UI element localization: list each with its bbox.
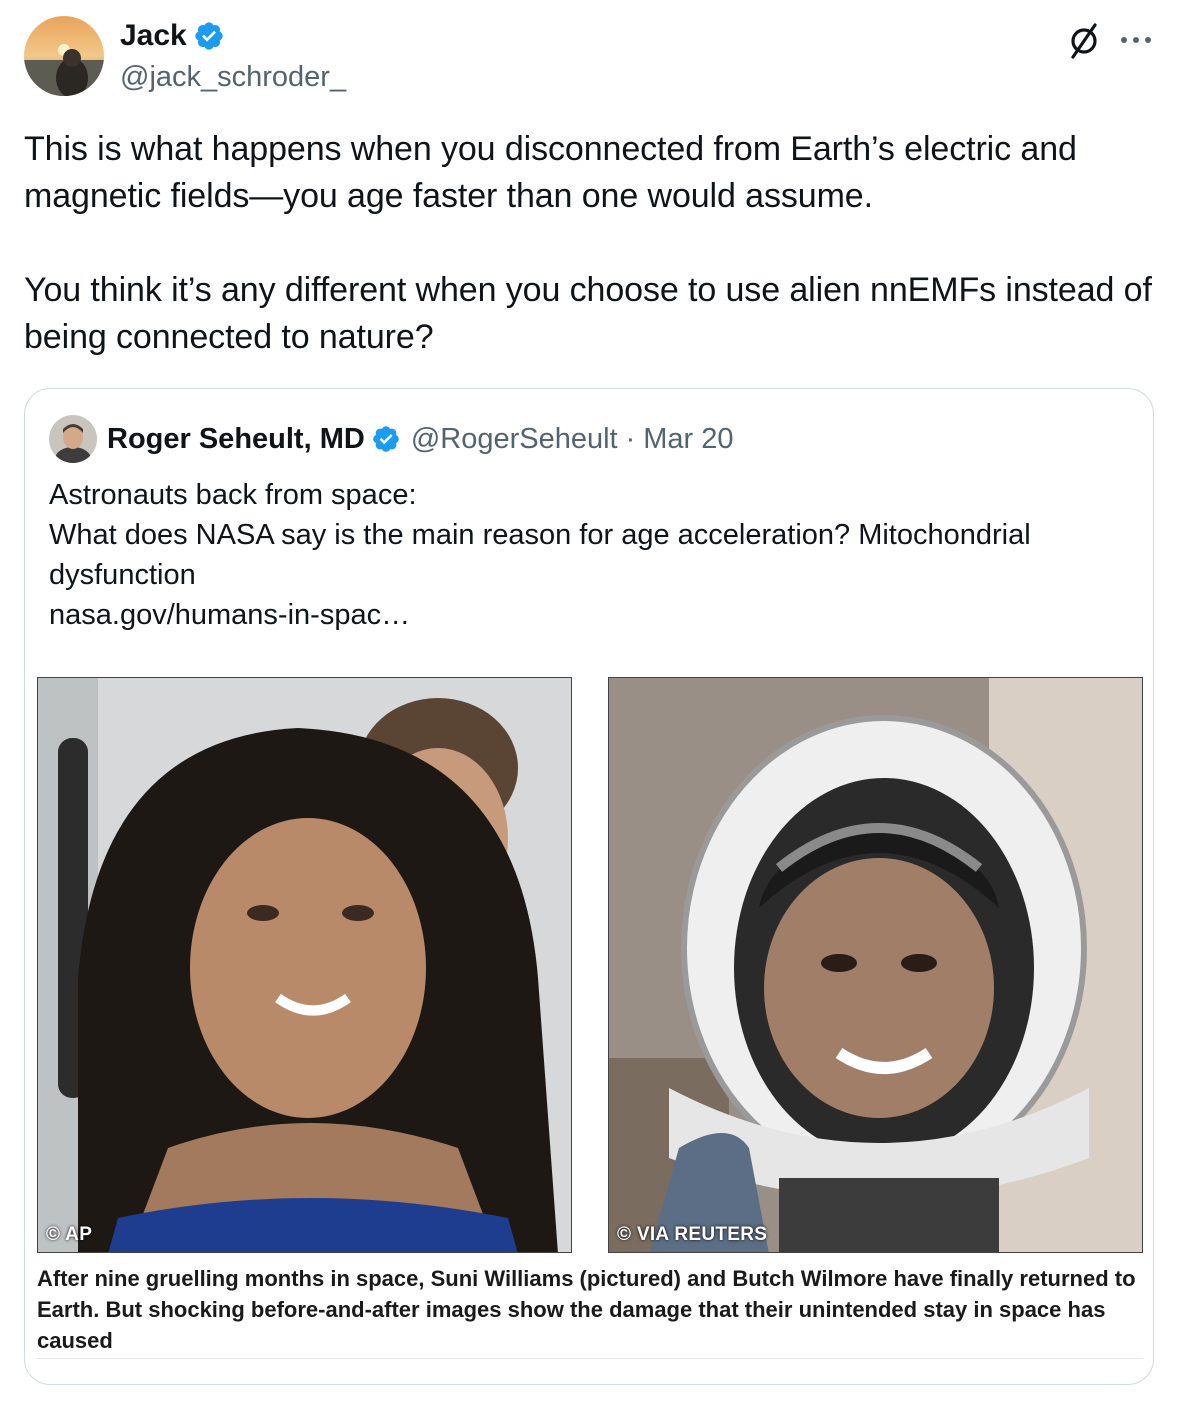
quoted-author-handle[interactable]: @RogerSeheult: [411, 421, 618, 457]
quoted-header: Roger Seheult, MD @RogerSeheult · Mar 20: [107, 421, 734, 457]
photo-credit-right: © VIA REUTERS: [617, 1224, 768, 1245]
verified-icon: [373, 426, 399, 452]
grok-icon[interactable]: [1064, 20, 1104, 60]
tweet-text: This is what happens when you disconnect…: [24, 130, 1152, 356]
photo-after: © VIA REUTERS: [608, 677, 1143, 1253]
quoted-text: Astronauts back from space: What does NA…: [49, 479, 1031, 631]
quoted-date[interactable]: Mar 20: [643, 421, 733, 457]
separator-dot: ·: [625, 423, 636, 455]
author-handle[interactable]: @jack_schroder_: [120, 60, 346, 94]
photo-caption: After nine gruelling months in space, Su…: [37, 1266, 1136, 1353]
quoted-author-name[interactable]: Roger Seheult, MD: [107, 421, 365, 457]
photo-credit-left: © AP: [46, 1224, 93, 1245]
quoted-author-avatar[interactable]: [49, 415, 97, 463]
author-name-text[interactable]: Jack: [120, 18, 187, 54]
author-name[interactable]: Jack: [120, 18, 225, 54]
divider: [37, 1358, 1143, 1359]
news-image-card[interactable]: © AP © VIA REUTERS After nine gruelling …: [25, 659, 1153, 1359]
more-icon[interactable]: [1116, 22, 1156, 58]
verified-icon: [195, 22, 223, 50]
photo-before: © AP: [37, 677, 572, 1253]
author-avatar[interactable]: [24, 16, 104, 96]
quoted-tweet[interactable]: Roger Seheult, MD @RogerSeheult · Mar 20…: [24, 388, 1154, 1385]
